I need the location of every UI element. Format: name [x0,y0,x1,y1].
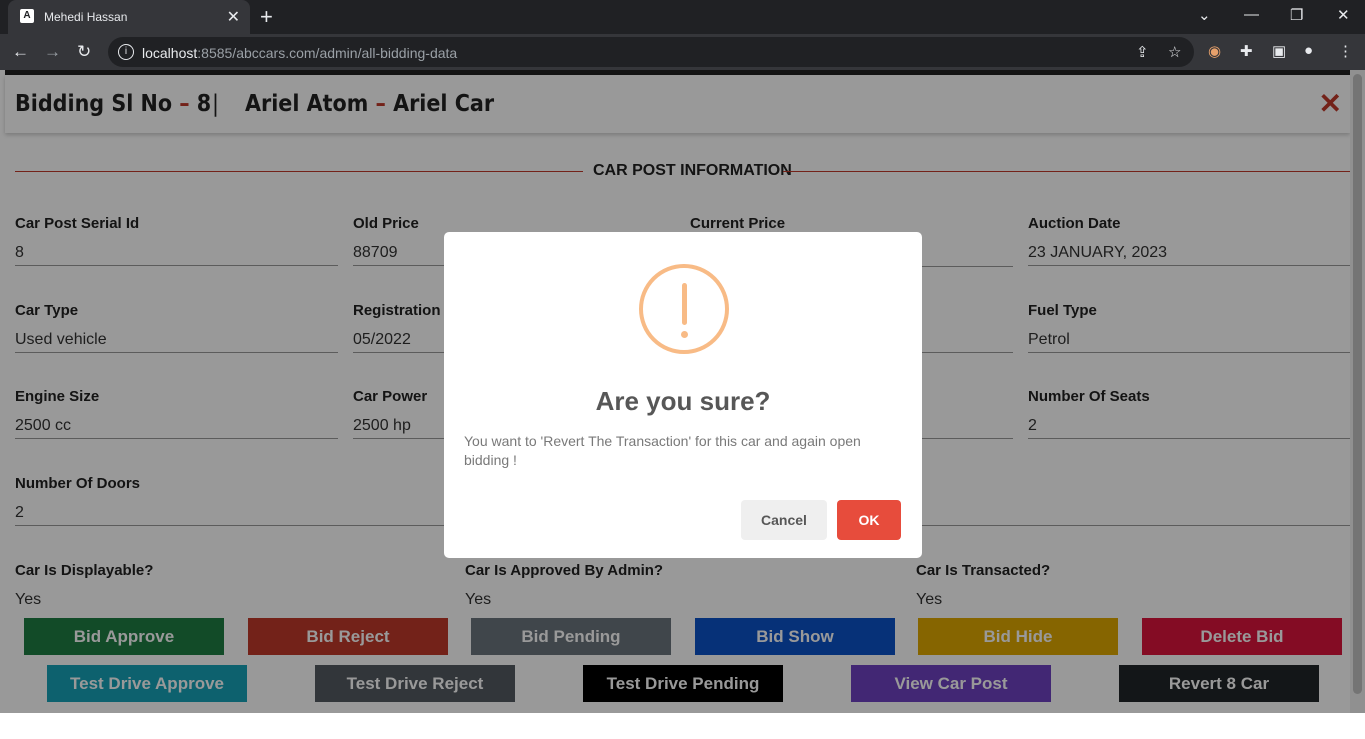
dialog-message: You want to 'Revert The Transaction' for… [464,433,861,468]
back-icon[interactable]: ← [12,42,29,62]
window-close-icon[interactable]: ✕ [1337,6,1350,24]
restore-icon[interactable]: ❐ [1290,6,1303,24]
dialog-title: Are you sure? [595,386,771,416]
warning-icon [639,264,729,354]
confirm-dialog: Are you sure? You want to 'Revert The Tr… [444,232,922,558]
warning-icon-dot [681,331,688,338]
new-tab-icon[interactable]: + [260,4,273,30]
browser-tab-bar: A Mehedi Hassan ✕ + ⌄ — ❐ ✕ [0,0,1365,34]
bookmark-star-icon[interactable]: ☆ [1168,43,1181,61]
site-info-icon[interactable]: i [118,44,134,60]
warning-icon-bar [682,283,687,325]
tab-search-icon[interactable]: ⌄ [1198,6,1211,24]
share-icon[interactable]: ⇪ [1136,43,1149,61]
cancel-button[interactable]: Cancel [741,500,827,540]
side-panel-icon[interactable]: ▣ [1272,42,1286,60]
reload-icon[interactable]: ↻ [77,42,91,62]
forward-icon[interactable]: → [44,42,61,62]
tab-title: Mehedi Hassan [44,10,128,24]
minimize-icon[interactable]: — [1244,6,1259,23]
browser-menu-icon[interactable]: ⋮ [1338,42,1353,60]
url-text: localhost:8585/abccars.com/admin/all-bid… [142,45,458,61]
address-bar[interactable]: i localhost:8585/abccars.com/admin/all-b… [108,37,1194,67]
cookie-extension-icon[interactable]: ◉ [1208,42,1221,60]
browser-toolbar: ← → ↻ i localhost:8585/abccars.com/admin… [0,34,1365,70]
site-favicon-icon: A [20,9,34,23]
browser-tab[interactable]: A Mehedi Hassan ✕ [8,0,250,34]
tab-close-icon[interactable]: ✕ [227,7,240,27]
profile-avatar-icon[interactable]: ● [1304,42,1313,59]
extensions-puzzle-icon[interactable]: ✚ [1240,42,1253,60]
ok-button[interactable]: OK [837,500,901,540]
